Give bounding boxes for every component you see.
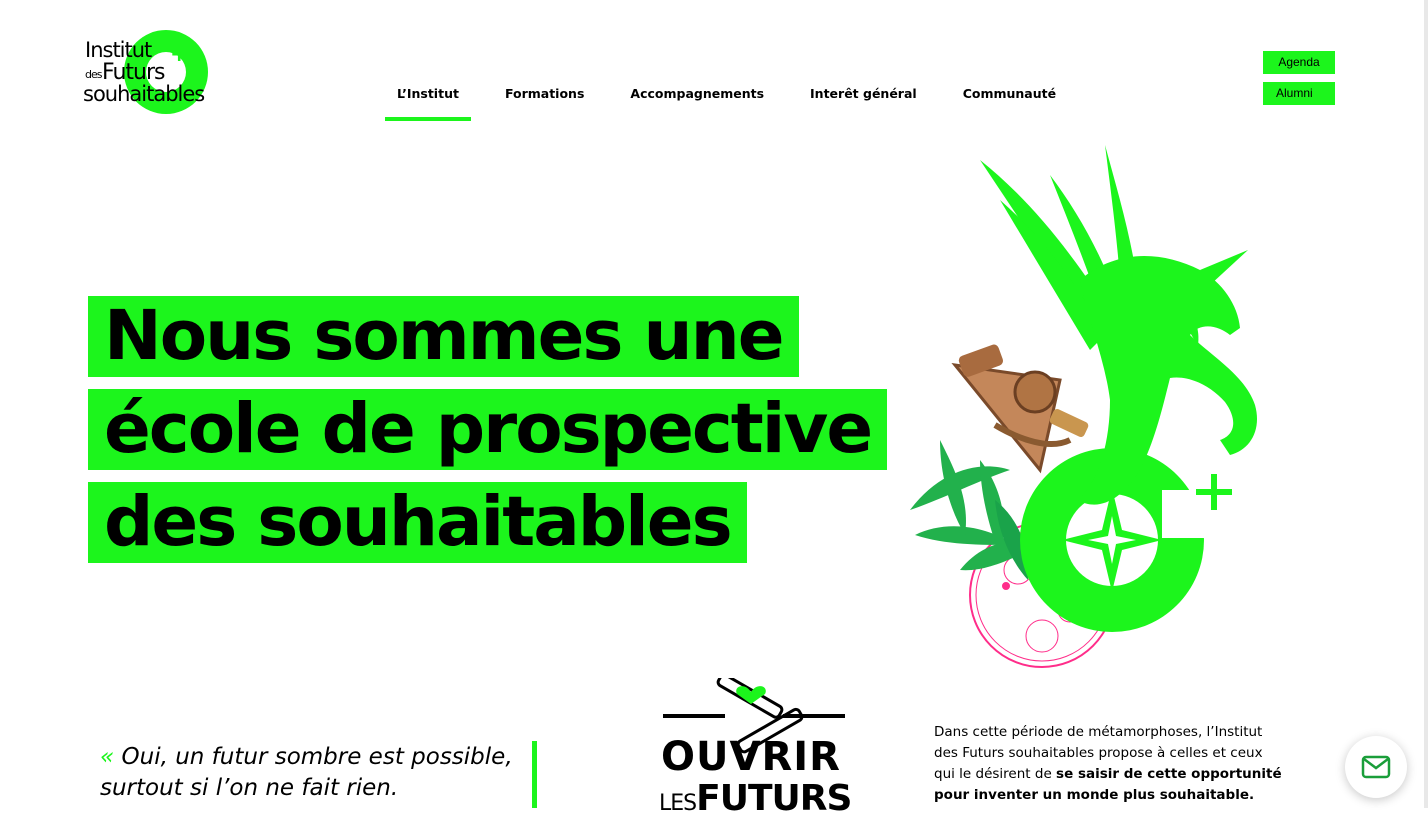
- logo-text-institut: Institut: [85, 38, 152, 62]
- badge-text-ouvrir: OUVRIR: [661, 734, 841, 780]
- olive-branch-icon: [910, 440, 1040, 580]
- hero-line-1: Nous sommes une: [88, 296, 799, 377]
- sextant-illustration: [951, 344, 1089, 474]
- nav-item-communaute[interactable]: Communauté: [951, 80, 1068, 121]
- alumni-button[interactable]: Alumni: [1263, 82, 1335, 105]
- contact-button[interactable]: [1345, 736, 1407, 798]
- nav-item-accompagnements[interactable]: Accompagnements: [618, 80, 776, 121]
- badge-text-les-futurs: LESFUTURS: [659, 778, 852, 819]
- pegasus-icon: [980, 145, 1258, 505]
- intro-paragraph: Dans cette période de métamorphoses, l’I…: [934, 724, 1282, 803]
- hero-line-2: école de prospective: [88, 389, 888, 470]
- logo-plus: +: [170, 42, 189, 67]
- hero-line-3: des souhaitables: [88, 482, 747, 563]
- site-logo[interactable]: + Institut des Futurs souhaitables: [82, 30, 208, 120]
- mail-icon: [1361, 755, 1391, 779]
- logo-text-futurs: Futurs: [102, 60, 165, 85]
- quote-line-2: surtout si l’on ne fait rien.: [100, 775, 399, 801]
- logo-text-souhaitables: souhaitables: [83, 82, 205, 106]
- quote-divider: [532, 741, 537, 808]
- pegasus-illustration: [910, 145, 1258, 668]
- nav-item-interet-general[interactable]: Interêt général: [798, 80, 929, 121]
- agenda-button[interactable]: Agenda: [1263, 51, 1335, 74]
- nav-item-formations[interactable]: Formations: [493, 80, 596, 121]
- hero-heading: Nous sommes une école de prospective des…: [88, 296, 888, 575]
- quote-line-1: Oui, un futur sombre est possible,: [121, 744, 513, 770]
- main-nav: L’Institut Formations Accompagnements In…: [385, 80, 1090, 121]
- scrollbar[interactable]: [1424, 0, 1428, 808]
- quote-block: « Oui, un futur sombre est possible, sur…: [100, 742, 513, 804]
- logo-text-des: des: [85, 68, 103, 81]
- quote-mark: «: [100, 744, 115, 770]
- nav-item-institut[interactable]: L’Institut: [385, 80, 471, 121]
